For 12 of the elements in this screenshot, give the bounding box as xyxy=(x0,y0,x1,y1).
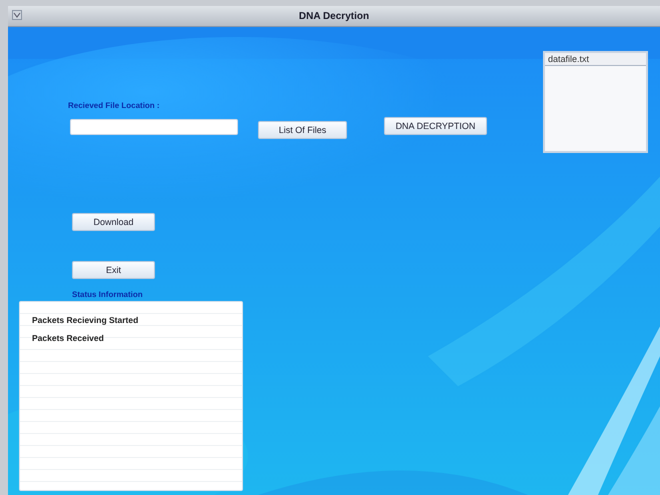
field-label: Recieved File Location : xyxy=(68,101,160,110)
list-button[interactable]: List Of Files xyxy=(258,121,347,139)
status-line: Packets Received xyxy=(32,333,105,343)
window-title: DNA Decrytion xyxy=(298,10,370,22)
download-button[interactable]: Download xyxy=(72,213,155,231)
exit-button[interactable]: Exit xyxy=(72,261,155,279)
status-line: Packets Recieving Started xyxy=(32,315,140,325)
decrypt-button[interactable]: DNA DECRYPTION xyxy=(384,117,487,135)
window-menu-icon[interactable] xyxy=(12,10,22,20)
status-label: Status Information xyxy=(72,290,143,299)
file-location-field[interactable] xyxy=(70,119,238,135)
list-item[interactable]: datafile.txt xyxy=(545,53,646,66)
